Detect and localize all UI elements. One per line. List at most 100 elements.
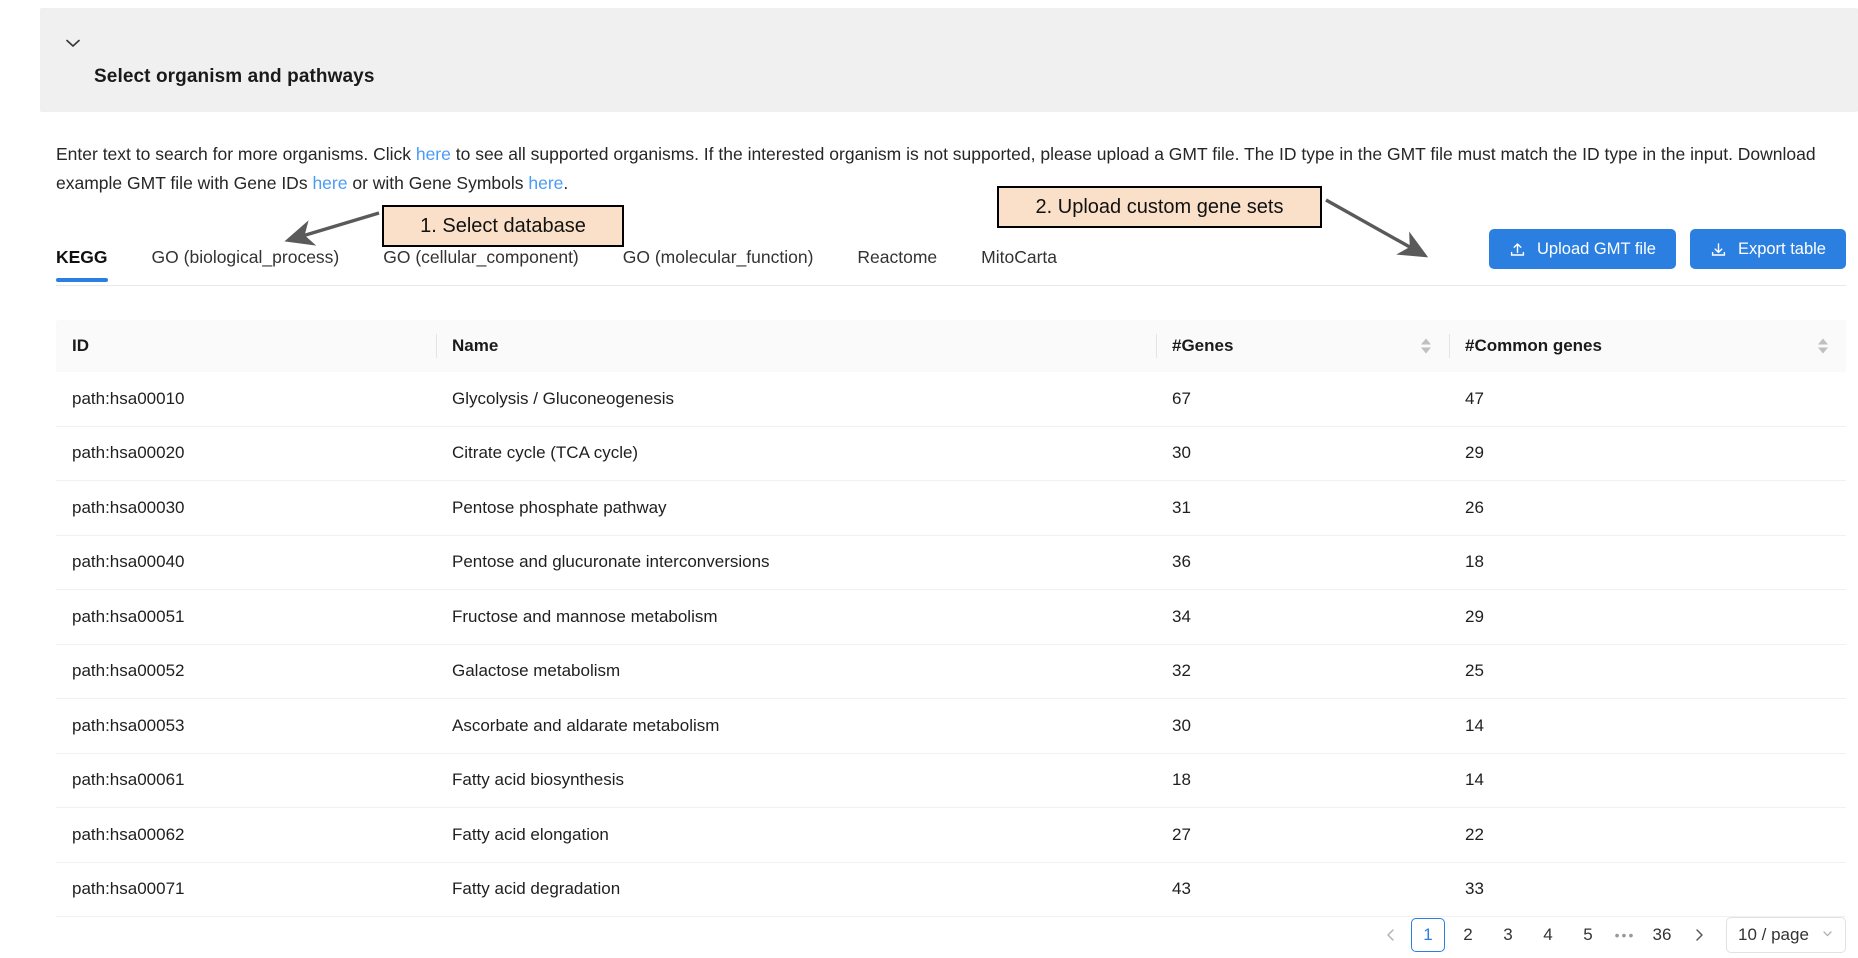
pagination-page-3[interactable]: 3 — [1491, 918, 1525, 952]
cell-id: path:hsa00040 — [56, 552, 436, 572]
cell-name: Fatty acid elongation — [436, 825, 1156, 845]
cell-genes: 32 — [1156, 661, 1449, 681]
tabbar-divider — [56, 285, 1846, 286]
pagination-ellipsis[interactable]: ••• — [1608, 918, 1642, 952]
cell-common: 22 — [1449, 825, 1846, 845]
column-header-id[interactable]: ID — [56, 320, 436, 372]
sort-desc-icon[interactable] — [1818, 348, 1828, 354]
upload-icon — [1509, 241, 1526, 258]
description-text: Enter text to search for more organisms.… — [56, 140, 1846, 198]
collapsible-panel-header[interactable]: Select organism and pathways — [40, 8, 1858, 112]
gene-symbols-gmt-link[interactable]: here — [528, 173, 563, 193]
cell-common: 25 — [1449, 661, 1846, 681]
table-row[interactable]: path:hsa00062 Fatty acid elongation 27 2… — [56, 808, 1846, 863]
database-tabbar: KEGG GO (biological_process) GO (cellula… — [56, 247, 1846, 291]
chevron-left-icon[interactable] — [1374, 918, 1408, 952]
tab-reactome[interactable]: Reactome — [857, 247, 937, 282]
table-row[interactable]: path:hsa00071 Fatty acid degradation 43 … — [56, 863, 1846, 918]
pagination-page-4[interactable]: 4 — [1531, 918, 1565, 952]
cell-genes: 67 — [1156, 389, 1449, 409]
tab-go-molecular-function[interactable]: GO (molecular_function) — [623, 247, 814, 282]
pagination-last-page[interactable]: 36 — [1645, 918, 1679, 952]
cell-genes: 18 — [1156, 770, 1449, 790]
cell-id: path:hsa00020 — [56, 443, 436, 463]
table-row[interactable]: path:hsa00020 Citrate cycle (TCA cycle) … — [56, 427, 1846, 482]
cell-name: Fructose and mannose metabolism — [436, 607, 1156, 627]
sort-genes-icon[interactable] — [1421, 339, 1431, 354]
cell-genes: 27 — [1156, 825, 1449, 845]
cell-id: path:hsa00051 — [56, 607, 436, 627]
page-size-select[interactable]: 10 / page — [1726, 917, 1846, 953]
cell-id: path:hsa00062 — [56, 825, 436, 845]
tab-go-cellular-component[interactable]: GO (cellular_component) — [383, 247, 579, 282]
column-header-common-genes-label: #Common genes — [1465, 336, 1602, 356]
chevron-right-icon[interactable] — [1682, 918, 1716, 952]
table-row[interactable]: path:hsa00010 Glycolysis / Gluconeogenes… — [56, 372, 1846, 427]
sort-asc-icon[interactable] — [1818, 339, 1828, 345]
cell-common: 29 — [1449, 443, 1846, 463]
cell-id: path:hsa00052 — [56, 661, 436, 681]
description-part-3: or with Gene Symbols — [347, 173, 528, 193]
table-row[interactable]: path:hsa00061 Fatty acid biosynthesis 18… — [56, 754, 1846, 809]
table-row[interactable]: path:hsa00052 Galactose metabolism 32 25 — [56, 645, 1846, 700]
cell-name: Pentose and glucuronate interconversions — [436, 552, 1156, 572]
pagination-page-2[interactable]: 2 — [1451, 918, 1485, 952]
chevron-down-icon[interactable] — [1821, 927, 1834, 943]
tab-mitocarta[interactable]: MitoCarta — [981, 247, 1057, 282]
cell-common: 14 — [1449, 716, 1846, 736]
upload-gmt-file-button[interactable]: Upload GMT file — [1489, 229, 1676, 269]
page-title: Select organism and pathways — [94, 66, 375, 88]
column-header-name-label: Name — [452, 336, 498, 356]
cell-genes: 31 — [1156, 498, 1449, 518]
cell-id: path:hsa00071 — [56, 879, 436, 899]
sort-common-genes-icon[interactable] — [1818, 339, 1828, 354]
table-row[interactable]: path:hsa00051 Fructose and mannose metab… — [56, 590, 1846, 645]
table-actions: Upload GMT file Export table — [1489, 229, 1846, 269]
pagination: 1 2 3 4 5 ••• 36 10 / page — [1374, 917, 1846, 953]
cell-name: Galactose metabolism — [436, 661, 1156, 681]
app-page: Select organism and pathways Enter text … — [0, 0, 1858, 958]
column-header-common-genes[interactable]: #Common genes — [1449, 320, 1846, 372]
annotation-callout-upload-gene-sets: 2. Upload custom gene sets — [997, 186, 1322, 228]
cell-common: 14 — [1449, 770, 1846, 790]
cell-name: Pentose phosphate pathway — [436, 498, 1156, 518]
export-table-label: Export table — [1738, 240, 1826, 259]
cell-common: 26 — [1449, 498, 1846, 518]
pathways-table: ID Name #Genes #Common genes path:hsa — [56, 320, 1846, 917]
tab-go-biological-process[interactable]: GO (biological_process) — [152, 247, 340, 282]
table-row[interactable]: path:hsa00040 Pentose and glucuronate in… — [56, 536, 1846, 591]
cell-genes: 34 — [1156, 607, 1449, 627]
column-header-genes[interactable]: #Genes — [1156, 320, 1449, 372]
download-icon — [1710, 241, 1727, 258]
cell-name: Glycolysis / Gluconeogenesis — [436, 389, 1156, 409]
cell-common: 47 — [1449, 389, 1846, 409]
table-header-row: ID Name #Genes #Common genes — [56, 320, 1846, 372]
cell-name: Ascorbate and aldarate metabolism — [436, 716, 1156, 736]
cell-genes: 36 — [1156, 552, 1449, 572]
table-row[interactable]: path:hsa00053 Ascorbate and aldarate met… — [56, 699, 1846, 754]
upload-gmt-file-label: Upload GMT file — [1537, 240, 1656, 259]
supported-organisms-link[interactable]: here — [416, 144, 451, 164]
cell-common: 33 — [1449, 879, 1846, 899]
cell-id: path:hsa00030 — [56, 498, 436, 518]
column-header-genes-label: #Genes — [1172, 336, 1233, 356]
page-size-label: 10 / page — [1738, 925, 1809, 945]
gene-ids-gmt-link[interactable]: here — [312, 173, 347, 193]
cell-genes: 43 — [1156, 879, 1449, 899]
annotation-callout-select-database: 1. Select database — [382, 205, 624, 247]
chevron-down-icon[interactable] — [62, 32, 84, 54]
pagination-page-5[interactable]: 5 — [1571, 918, 1605, 952]
cell-name: Fatty acid biosynthesis — [436, 770, 1156, 790]
cell-id: path:hsa00061 — [56, 770, 436, 790]
cell-name: Fatty acid degradation — [436, 879, 1156, 899]
cell-common: 18 — [1449, 552, 1846, 572]
cell-genes: 30 — [1156, 443, 1449, 463]
export-table-button[interactable]: Export table — [1690, 229, 1846, 269]
pagination-page-1[interactable]: 1 — [1411, 918, 1445, 952]
column-header-name[interactable]: Name — [436, 320, 1156, 372]
sort-asc-icon[interactable] — [1421, 339, 1431, 345]
sort-desc-icon[interactable] — [1421, 348, 1431, 354]
cell-common: 29 — [1449, 607, 1846, 627]
tab-kegg[interactable]: KEGG — [56, 247, 108, 282]
table-row[interactable]: path:hsa00030 Pentose phosphate pathway … — [56, 481, 1846, 536]
